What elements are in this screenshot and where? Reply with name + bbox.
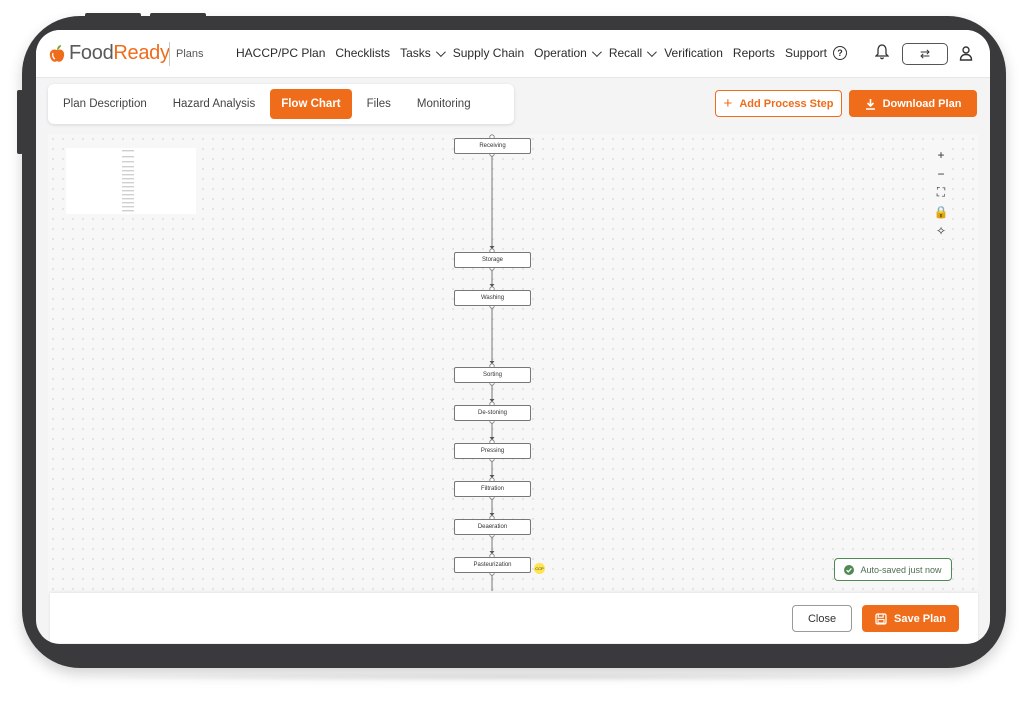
flow-step-sorting[interactable]: Sorting [454,367,531,383]
chevron-down-icon [591,46,602,57]
chevron-down-icon [435,46,446,57]
flow-step-de-stoning[interactable]: De-stoning [454,405,531,421]
save-icon [875,612,887,625]
flow-step-pressing[interactable]: Pressing [454,443,531,459]
bell-icon[interactable] [875,44,889,60]
nav-item-support[interactable]: Support? [785,46,847,60]
save-plan-label: Save Plan [894,612,946,625]
main-nav: HACCP/PC Plan Checklists Tasks Supply Chain… [236,46,847,60]
flow-step-pasteurization[interactable]: Pasteurization [454,557,531,573]
flow-step-deaeration[interactable]: Deaeration [454,519,531,535]
tab-plan-description[interactable]: Plan Description [52,89,158,119]
help-icon: ? [832,46,847,60]
autosave-status: Auto-saved just now [834,558,952,581]
nav-item-checklists[interactable]: Checklists [335,46,390,60]
switch-account-button[interactable]: ⇄ [902,43,948,65]
switch-icon: ⇄ [919,47,931,61]
nav-item-tasks[interactable]: Tasks [400,46,446,60]
nav-item-recall[interactable]: Recall [609,46,658,60]
device-button [85,13,141,18]
nav-item-verification[interactable]: Verification [664,46,723,60]
tab-files[interactable]: Files [356,89,402,119]
chevron-down-icon [647,46,658,57]
nav-item-reports[interactable]: Reports [733,46,775,60]
plan-tabs: Plan Description Hazard Analysis Flow Char… [48,84,514,124]
flow-step-receiving[interactable]: Receiving [454,138,531,154]
save-plan-button[interactable]: Save Plan [862,605,959,632]
brand-logo[interactable]: FoodReady [48,42,170,65]
user-icon[interactable] [959,45,973,61]
device-shadow [70,672,954,682]
tab-monitoring[interactable]: Monitoring [406,89,482,119]
nav-item-haccp-pc-plan[interactable]: HACCP/PC Plan [236,46,325,60]
device-button [150,13,206,18]
apple-logo-icon [49,44,65,62]
footer-bar: Close Save Plan [50,593,978,643]
nav-item-operation[interactable]: Operation [534,46,602,60]
brand-name: FoodReady [69,42,170,64]
flow-step-filtration[interactable]: Filtration [454,481,531,497]
tab-hazard-analysis[interactable]: Hazard Analysis [162,89,266,119]
autosave-text: Auto-saved just now [860,564,942,575]
download-label: Download Plan [882,97,962,110]
app-screen: FoodReady Plans HACCP/PC Plan Checklists T… [36,30,990,644]
download-plan-button[interactable]: Download Plan [849,90,977,117]
logo-divider [169,42,170,66]
close-button[interactable]: Close [792,605,852,632]
add-process-step-button[interactable]: + Add Process Step [715,90,842,117]
ccp-badge[interactable]: CCP [534,563,545,574]
download-icon [865,98,875,110]
device-side-button [17,90,23,154]
nav-item-supply-chain[interactable]: Supply Chain [453,46,524,60]
add-step-label: Add Process Step [739,97,834,110]
tab-flow-chart[interactable]: Flow Chart [270,89,352,119]
plus-icon: + [723,95,733,112]
top-navbar: FoodReady Plans HACCP/PC Plan Checklists T… [36,30,990,78]
flow-step-storage[interactable]: Storage [454,252,531,268]
flow-chart-canvas[interactable]: + − ⛶ 🔒 ✧ Receiving Storage Washing Sorting De-s… [48,134,978,594]
section-label: Plans [176,48,204,60]
check-circle-icon [844,564,855,575]
flow-step-washing[interactable]: Washing [454,290,531,306]
